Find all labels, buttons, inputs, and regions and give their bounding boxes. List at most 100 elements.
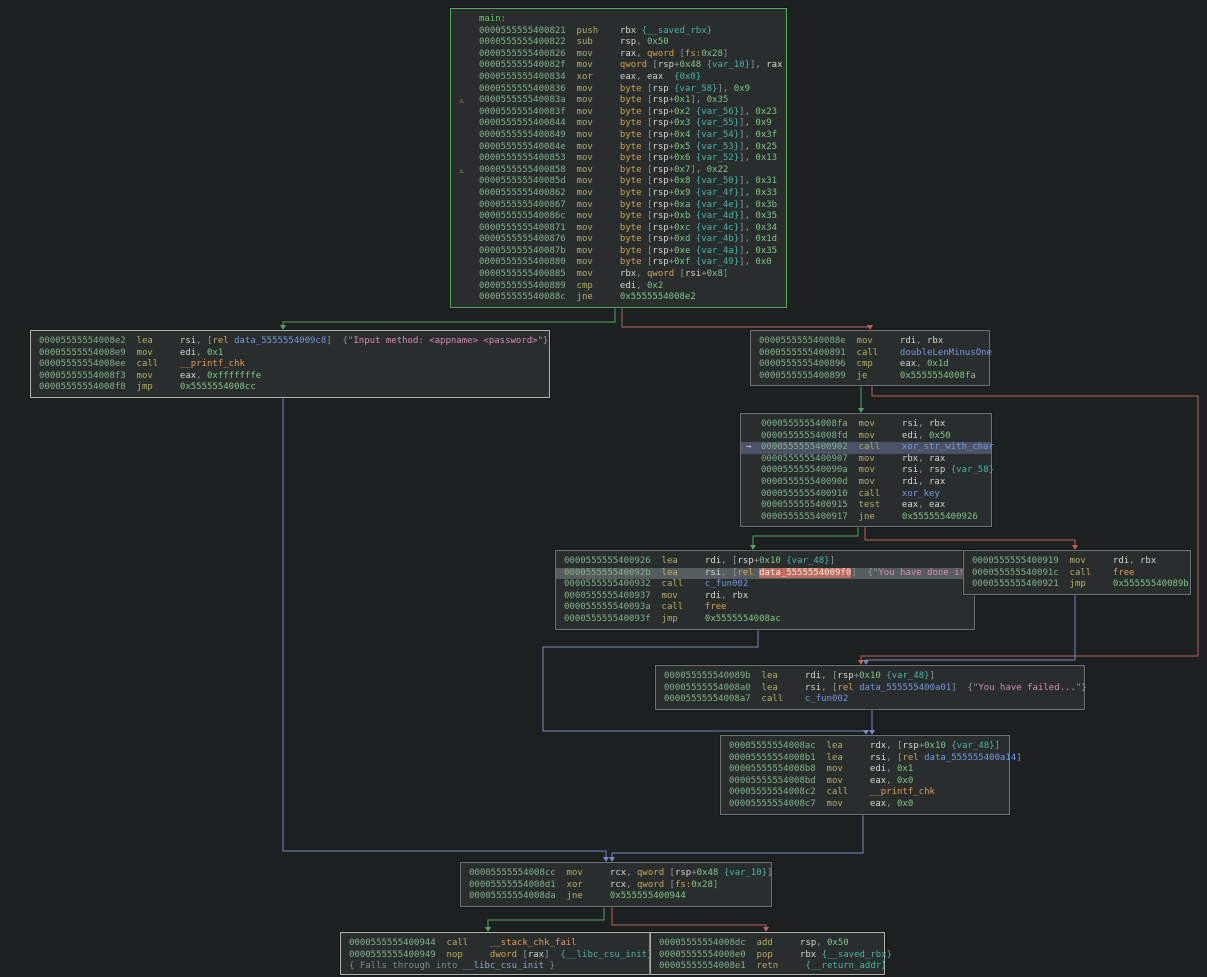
- address-token[interactable]: 0000555555400876: [479, 234, 577, 244]
- disasm-line-000055555540093a[interactable]: 000055555540093a call free: [556, 602, 974, 614]
- address-token[interactable]: 0000555555400871: [479, 223, 577, 233]
- address-token[interactable]: 00005555554008e1: [659, 961, 757, 971]
- basic-block-8cc[interactable]: 00005555554008cc mov rcx, qword [rsp+0x4…: [460, 862, 772, 907]
- disasm-line-00005555554008e9[interactable]: 00005555554008e9 mov edi, 0x1: [31, 348, 549, 360]
- address-token[interactable]: 00005555554008f8: [39, 382, 137, 392]
- address-token[interactable]: 00005555554008b8: [729, 764, 827, 774]
- disassembly-graph-view[interactable]: main:0000555555400821 push rbx {__saved_…: [0, 0, 1207, 977]
- address-token[interactable]: 0000555555400885: [479, 269, 577, 279]
- disasm-line-00005555554008dc[interactable]: 00005555554008dc add rsp, 0x50: [651, 938, 884, 950]
- disasm-line-00005555554008fa[interactable]: 00005555554008fa mov rsi, rbx: [741, 419, 991, 431]
- disasm-line-00005555554008d1[interactable]: 00005555554008d1 xor rcx, qword [fs:0x28…: [461, 880, 771, 892]
- address-token[interactable]: 000055555540088e: [759, 336, 857, 346]
- disasm-line-00005555554008b1[interactable]: 00005555554008b1 lea rsi, [rel data_5555…: [721, 753, 1009, 765]
- basic-block-8e2[interactable]: 00005555554008e2 lea rsi, [rel data_5555…: [30, 330, 550, 398]
- disasm-line-0000555555400858[interactable]: ⚠0000555555400858 mov byte [rsp+0x7], 0x…: [451, 165, 786, 177]
- address-token[interactable]: 000055555540082f: [479, 60, 577, 70]
- address-token[interactable]: 00005555554008c7: [729, 799, 827, 809]
- disasm-line-00005555554008a7[interactable]: 00005555554008a7 call c_fun002: [656, 694, 1084, 706]
- address-token[interactable]: 0000555555400821: [479, 26, 577, 36]
- disasm-line-0000555555400896[interactable]: 0000555555400896 cmp eax, 0x1d: [751, 359, 989, 371]
- symbol-token[interactable]: xor_str_with_char: [902, 442, 994, 452]
- basic-block-944[interactable]: 0000555555400944 call __stack_chk_fail00…: [340, 932, 650, 975]
- symbol-token[interactable]: data_555555400a14: [924, 753, 1016, 763]
- disasm-line-0000555555400949[interactable]: 0000555555400949 nop dword [rax] {__libc…: [341, 950, 649, 962]
- disasm-line-0000555555400853[interactable]: 0000555555400853 mov byte [rsp+0x6 {var_…: [451, 153, 786, 165]
- address-token[interactable]: 000055555540090d: [761, 477, 859, 487]
- symbol-token[interactable]: data_5555554009c8: [234, 336, 326, 346]
- basic-block-main[interactable]: main:0000555555400821 push rbx {__saved_…: [450, 8, 787, 308]
- disasm-line-0000555555400822[interactable]: 0000555555400822 sub rsp, 0x50: [451, 37, 786, 49]
- address-token[interactable]: 0000555555400932: [564, 579, 662, 589]
- import-symbol-token[interactable]: free: [1113, 568, 1135, 578]
- address-token[interactable]: 00005555554008bd: [729, 776, 827, 786]
- address-token[interactable]: 00005555554008e9: [39, 348, 137, 358]
- symbol-token[interactable]: xor_key: [902, 489, 940, 499]
- address-token[interactable]: 0000555555400844: [479, 118, 577, 128]
- disasm-line-0000555555400899[interactable]: 0000555555400899 je 0x5555554008fa: [751, 371, 989, 383]
- address-token[interactable]: 00005555554008ee: [39, 359, 137, 369]
- address-token[interactable]: 00005555554008dc: [659, 938, 757, 948]
- disasm-line-00005555554008ac[interactable]: 00005555554008ac lea rdx, [rsp+0x10 {var…: [721, 741, 1009, 753]
- address-token[interactable]: 00005555554008a7: [664, 694, 762, 704]
- address-token[interactable]: 0000555555400937: [564, 591, 662, 601]
- disasm-line-00005555554008bd[interactable]: 00005555554008bd mov eax, 0x0: [721, 776, 1009, 788]
- basic-block-8dc[interactable]: 00005555554008dc add rsp, 0x500000555555…: [650, 932, 885, 975]
- highlighted-data-token[interactable]: data_5555554009f0: [759, 568, 851, 578]
- disasm-line-0000555555400862[interactable]: 0000555555400862 mov byte [rsp+0x9 {var_…: [451, 188, 786, 200]
- address-token[interactable]: 0000555555400944: [349, 938, 447, 948]
- address-token[interactable]: 0000555555400919: [972, 556, 1070, 566]
- disasm-line-0000555555400849[interactable]: 0000555555400849 mov byte [rsp+0x4 {var_…: [451, 130, 786, 142]
- address-token[interactable]: 0000555555400862: [479, 188, 577, 198]
- address-token[interactable]: 0000555555400891: [759, 348, 857, 358]
- disasm-line-00005555554008a0[interactable]: 00005555554008a0 lea rsi, [rel data_5555…: [656, 683, 1084, 695]
- address-token[interactable]: 000055555540088c: [479, 292, 577, 302]
- address-token[interactable]: 0000555555400826: [479, 49, 577, 59]
- address-token[interactable]: 0000555555400858: [479, 165, 577, 175]
- disasm-line-0000555555400937[interactable]: 0000555555400937 mov rdi, rbx: [556, 591, 974, 603]
- symbol-token[interactable]: c_fun002: [805, 694, 848, 704]
- address-token[interactable]: 00005555554008a0: [664, 683, 762, 693]
- disasm-line-0000555555400919[interactable]: 0000555555400919 mov rdi, rbx: [964, 556, 1190, 568]
- address-token[interactable]: 0000555555400836: [479, 84, 577, 94]
- address-token[interactable]: 000055555540092b: [564, 568, 662, 578]
- address-token[interactable]: 00005555554008f3: [39, 371, 137, 381]
- address-token[interactable]: 00005555554008fd: [761, 431, 859, 441]
- import-symbol-token[interactable]: __printf_chk: [870, 787, 935, 797]
- address-token[interactable]: 000055555540089b: [664, 671, 762, 681]
- address-token[interactable]: 0000555555400896: [759, 359, 857, 369]
- disasm-line-000055555540088c[interactable]: 000055555540088c jne 0x5555554008e2: [451, 292, 786, 304]
- address-token[interactable]: 0000555555400910: [761, 489, 859, 499]
- address-token[interactable]: 0000555555400834: [479, 72, 577, 82]
- disasm-line-00005555554008cc[interactable]: 00005555554008cc mov rcx, qword [rsp+0x4…: [461, 868, 771, 880]
- address-token[interactable]: 00005555554008e2: [39, 336, 137, 346]
- address-token[interactable]: 0000555555400926: [564, 556, 662, 566]
- address-token[interactable]: 000055555540093f: [564, 614, 662, 624]
- disasm-line-000055555540089b[interactable]: 000055555540089b lea rdi, [rsp+0x10 {var…: [656, 671, 1084, 683]
- address-token[interactable]: 00005555554008cc: [469, 868, 567, 878]
- address-token[interactable]: 00005555554008b1: [729, 753, 827, 763]
- disasm-line-0000555555400834[interactable]: 0000555555400834 xor eax, eax {0x0}: [451, 72, 786, 84]
- disasm-line-000055555540093f[interactable]: 000055555540093f jmp 0x5555554008ac: [556, 614, 974, 626]
- address-token[interactable]: 000055555540084e: [479, 142, 577, 152]
- address-token[interactable]: 0000555555400822: [479, 37, 577, 47]
- disasm-line-0000555555400944[interactable]: 0000555555400944 call __stack_chk_fail: [341, 938, 649, 950]
- disasm-line-0000555555400891[interactable]: 0000555555400891 call doubleLenMinusOne: [751, 348, 989, 360]
- address-token[interactable]: 0000555555400853: [479, 153, 577, 163]
- basic-block-8fa[interactable]: 00005555554008fa mov rsi, rbx00005555554…: [740, 413, 992, 527]
- symbol-token[interactable]: doubleLenMinusOne: [900, 348, 992, 358]
- disasm-line-000055555540085d[interactable]: 000055555540085d mov byte [rsp+0x8 {var_…: [451, 176, 786, 188]
- disasm-line-0000555555400910[interactable]: 0000555555400910 call xor_key: [741, 489, 991, 501]
- basic-block-89b[interactable]: 000055555540089b lea rdi, [rsp+0x10 {var…: [655, 665, 1085, 710]
- disasm-line-00005555554008fd[interactable]: 00005555554008fd mov edi, 0x50: [741, 431, 991, 443]
- disasm-line-0000555555400826[interactable]: 0000555555400826 mov rax, qword [fs:0x28…: [451, 49, 786, 61]
- address-token[interactable]: 0000555555400889: [479, 281, 577, 291]
- disasm-line-0000555555400917[interactable]: 0000555555400917 jne 0x555555400926: [741, 512, 991, 524]
- address-token[interactable]: 0000555555400917: [761, 512, 859, 522]
- disasm-line-0000555555400932[interactable]: 0000555555400932 call c_fun002: [556, 579, 974, 591]
- address-token[interactable]: 0000555555400921: [972, 579, 1070, 589]
- symbol-token[interactable]: c_fun002: [705, 579, 748, 589]
- disasm-line-000055555540083f[interactable]: 000055555540083f mov byte [rsp+0x2 {var_…: [451, 107, 786, 119]
- disasm-line-0000555555400907[interactable]: 0000555555400907 mov rbx, rax: [741, 454, 991, 466]
- address-token[interactable]: 0000555555400867: [479, 200, 577, 210]
